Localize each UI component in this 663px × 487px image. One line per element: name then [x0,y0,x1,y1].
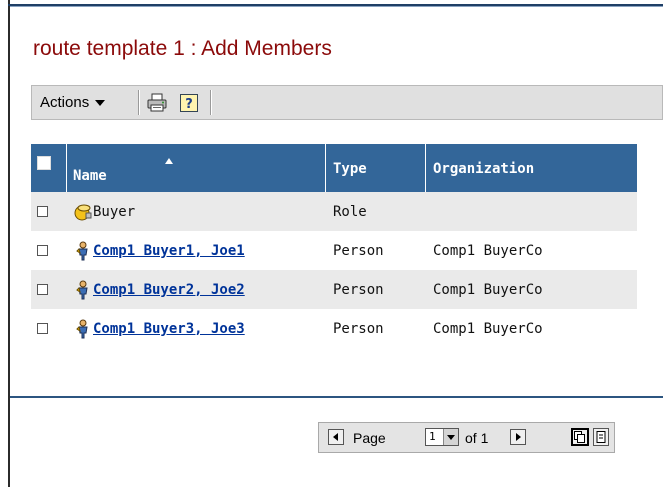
column-divider [325,144,326,192]
table-row: Comp1 Buyer1, Joe1 Person Comp1 BuyerCo [31,231,637,270]
table-header: Name Type Organization [31,144,637,192]
single-page-view-button[interactable] [593,428,609,446]
toolbar: Actions ? [31,85,663,120]
table-row: Buyer Role [31,192,637,231]
member-type: Person [333,320,384,337]
member-type: Person [333,242,384,259]
select-all-checkbox[interactable] [37,156,51,170]
sort-ascending-icon [165,158,173,164]
member-name: Buyer [93,203,136,220]
table-row: Comp1 Buyer2, Joe2 Person Comp1 BuyerCo [31,270,637,309]
row-checkbox[interactable] [37,245,48,256]
current-page-value: 1 [429,430,436,443]
table-row: Comp1 Buyer3, Joe3 Person Comp1 BuyerCo [31,309,637,348]
member-name-link[interactable]: Comp1 Buyer1, Joe1 [93,231,245,270]
toolbar-separator [138,90,140,115]
chevron-down-icon [95,99,106,106]
column-divider [425,144,426,192]
page-icon [596,431,606,443]
column-divider [66,144,67,192]
row-checkbox[interactable] [37,323,48,334]
paginated-view-button[interactable] [571,428,589,446]
person-icon [76,241,88,261]
page-select[interactable]: 1 [425,428,459,446]
person-icon [76,280,88,300]
printer-icon [147,93,167,111]
page-select-dropdown[interactable] [443,429,458,445]
footer-divider [10,396,663,398]
column-header-name[interactable]: Name [73,144,323,192]
member-name-link[interactable]: Comp1 Buyer3, Joe3 [93,309,245,348]
row-checkbox[interactable] [37,206,48,217]
arrow-left-icon [333,433,338,441]
print-button[interactable] [144,90,170,115]
member-organization: Comp1 BuyerCo [433,320,543,337]
person-icon [76,319,88,339]
member-type: Role [333,203,367,220]
member-organization: Comp1 BuyerCo [433,242,543,259]
member-type: Person [333,281,384,298]
page-title: route template 1 : Add Members [33,37,332,60]
arrow-right-icon [516,433,521,441]
actions-menu-label: Actions [40,94,90,111]
page-count-label: of 1 [465,430,489,446]
chevron-down-icon [447,434,455,440]
svg-text:?: ? [185,97,193,112]
column-header-organization[interactable]: Organization [433,144,633,192]
help-icon: ? [180,93,198,112]
pagination-bar: Page 1 of 1 [318,422,615,453]
actions-menu[interactable]: Actions [36,89,109,116]
member-name-link[interactable]: Comp1 Buyer2, Joe2 [93,270,245,309]
window-left-border [8,0,10,487]
column-header-type[interactable]: Type [333,144,423,192]
row-checkbox[interactable] [37,284,48,295]
pages-icon [574,431,585,443]
toolbar-separator [210,90,212,115]
page-label: Page [353,430,386,446]
next-page-button[interactable] [510,429,526,445]
previous-page-button[interactable] [328,429,344,445]
window-top-border-highlight [10,6,663,7]
role-icon [74,204,92,221]
member-organization: Comp1 BuyerCo [433,281,543,298]
help-button[interactable]: ? [176,90,202,115]
